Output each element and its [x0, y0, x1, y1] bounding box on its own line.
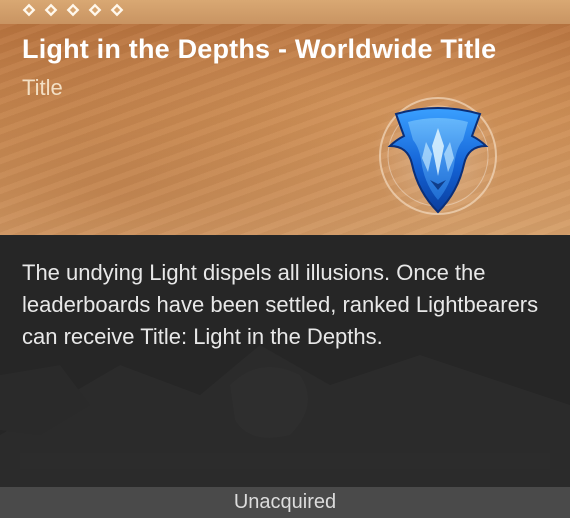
- rarity-star-icon: [88, 3, 102, 17]
- item-description: The undying Light dispels all illusions.…: [22, 260, 539, 349]
- rarity-star-icon: [22, 3, 36, 17]
- rarity-star-icon: [110, 3, 124, 17]
- blue-shield-emblem-icon: [368, 84, 508, 224]
- item-type: Title: [22, 75, 63, 100]
- item-detail-card: Light in the Depths - Worldwide Title Ti…: [0, 0, 570, 518]
- rarity-strip: [0, 0, 570, 24]
- item-title: Light in the Depths - Worldwide Title: [22, 34, 497, 64]
- rarity-star-icon: [44, 3, 58, 17]
- acquisition-status: Unacquired: [233, 491, 337, 513]
- item-header: Light in the Depths - Worldwide Title Ti…: [0, 24, 570, 235]
- rarity-stars: [22, 3, 124, 17]
- item-description-panel: The undying Light dispels all illusions.…: [0, 235, 570, 487]
- status-bar: Unacquired: [0, 487, 570, 518]
- rarity-star-icon: [66, 3, 80, 17]
